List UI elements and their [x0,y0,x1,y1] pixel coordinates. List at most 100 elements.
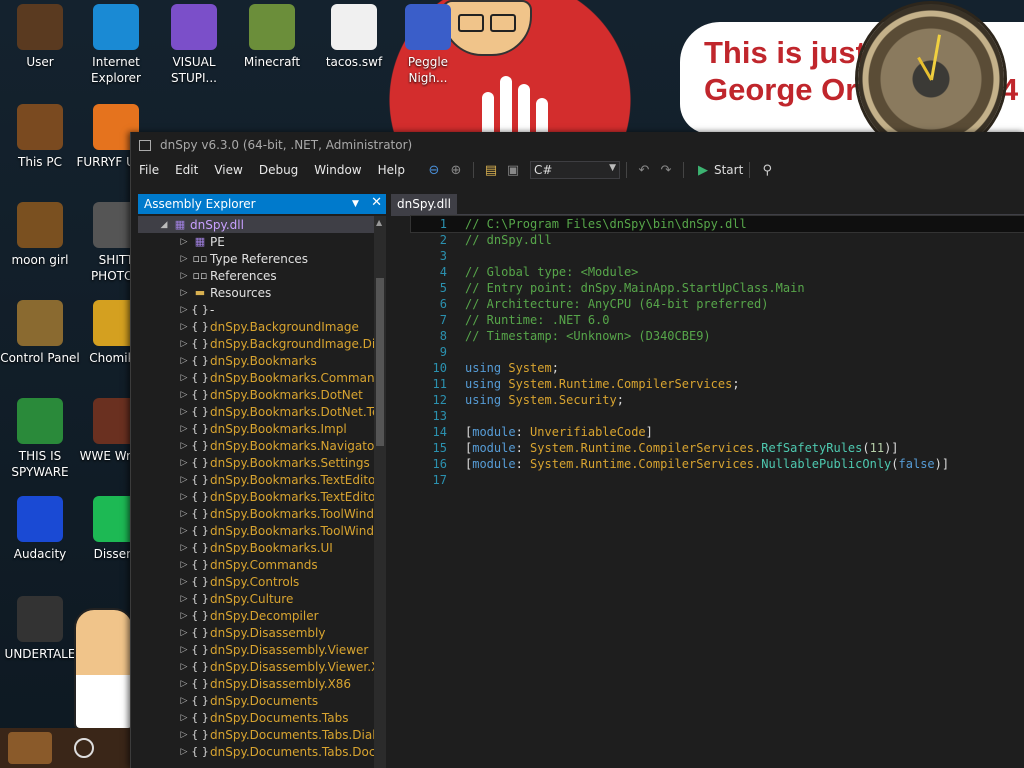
expand-icon[interactable]: ▷ [178,373,190,383]
scroll-up-icon[interactable]: ▲ [376,218,382,227]
collapse-icon[interactable]: ◢ [158,220,170,230]
expand-icon[interactable]: ▷ [178,713,190,723]
tree-item[interactable]: ▷{ } dnSpy.BackgroundImage [138,318,374,335]
tree-item[interactable]: ▷{ } dnSpy.Controls [138,573,374,590]
expand-icon[interactable]: ▷ [178,390,190,400]
expand-icon[interactable]: ▷ [178,458,190,468]
expand-icon[interactable]: ▷ [178,339,190,349]
expand-icon[interactable]: ▷ [178,475,190,485]
open-folder-icon[interactable]: ▤ [482,161,500,179]
desktop-icon[interactable]: This PC [0,104,80,170]
search-icon[interactable] [74,738,94,758]
tree-item[interactable]: ▷{ } dnSpy.BackgroundImage.Dial [138,335,374,352]
tree-item[interactable]: ▷{ } dnSpy.Bookmarks.ToolWindo [138,522,374,539]
tree-item[interactable]: ▷ ▦ PE [138,233,374,250]
expand-icon[interactable]: ▷ [178,560,190,570]
search-icon[interactable]: ⚲ [758,161,776,179]
tree-item[interactable]: ▷{ } dnSpy.Bookmarks.UI [138,539,374,556]
tree-item[interactable]: ▷{ } dnSpy.Bookmarks.Navigator [138,437,374,454]
expand-icon[interactable]: ▷ [178,730,190,740]
redo-icon[interactable]: ↷ [657,161,675,179]
expand-icon[interactable]: ▷ [178,288,190,298]
expand-icon[interactable]: ▷ [178,526,190,536]
tree-item[interactable]: ▷{ } dnSpy.Bookmarks.DotNet [138,386,374,403]
tree-item[interactable]: ▷{ } dnSpy.Documents [138,692,374,709]
tree-item[interactable]: ▷{ } dnSpy.Disassembly.Viewer.X [138,658,374,675]
desktop-icon[interactable]: Control Panel [0,300,80,366]
expand-icon[interactable]: ▷ [178,594,190,604]
menu-edit[interactable]: Edit [167,163,206,177]
tree-item[interactable]: ▷{ } dnSpy.Documents.Tabs.Dialo [138,726,374,743]
expand-icon[interactable]: ▷ [178,645,190,655]
desktop-icon[interactable]: Internet Explorer [76,4,156,86]
expand-icon[interactable]: ▷ [178,237,190,247]
tree-item[interactable]: ▷{ } dnSpy.Commands [138,556,374,573]
expand-icon[interactable]: ▷ [178,747,190,757]
scrollbar-thumb[interactable] [376,278,384,446]
desktop-icon[interactable]: moon girl [0,202,80,268]
desktop-icon[interactable]: THIS IS SPYWARE [0,398,80,480]
desktop-icon[interactable]: UNDERTALE [0,596,80,662]
navigate-forward-icon[interactable]: ⊕ [447,161,465,179]
tree-item[interactable]: ▷{ } dnSpy.Bookmarks.Commands [138,369,374,386]
expand-icon[interactable]: ▷ [178,271,190,281]
tree-item[interactable]: ▷{ } dnSpy.Bookmarks.ToolWindo [138,505,374,522]
expand-icon[interactable]: ▷ [178,441,190,451]
tree-item[interactable]: ▷{ } dnSpy.Documents.Tabs [138,709,374,726]
desktop-icon[interactable]: Minecraft [232,4,312,70]
navigate-back-icon[interactable]: ⊖ [425,161,443,179]
expand-icon[interactable]: ▷ [178,662,190,672]
expand-icon[interactable]: ▷ [178,509,190,519]
expand-icon[interactable]: ▷ [178,305,190,315]
tree-item[interactable]: ▷ ▫▫ References [138,267,374,284]
desktop-icon[interactable]: Peggle Nigh... [388,4,468,86]
menu-file[interactable]: File [131,163,167,177]
code-editor[interactable]: 1 // C:\Program Files\dnSpy\bin\dnSpy.dll… [410,215,1024,768]
tree-item[interactable]: ▷ ▫▫ Type References [138,250,374,267]
tree-item[interactable]: ▷{ } - [138,301,374,318]
desktop-icon[interactable]: VISUAL STUPI... [154,4,234,86]
tree-item[interactable]: ▷{ } dnSpy.Culture [138,590,374,607]
menu-view[interactable]: View [206,163,250,177]
tree-item[interactable]: ▷{ } dnSpy.Bookmarks.Settings [138,454,374,471]
tree-item[interactable]: ▷{ } dnSpy.Decompiler [138,607,374,624]
expand-icon[interactable]: ▷ [178,577,190,587]
tree-item[interactable]: ▷{ } dnSpy.Bookmarks.TextEdito [138,488,374,505]
save-icon[interactable]: ▣ [504,161,522,179]
start-debug-button[interactable]: ▶ Start [698,163,743,178]
expand-icon[interactable]: ▷ [178,543,190,553]
close-icon[interactable]: ✕ [371,195,382,210]
start-button[interactable] [8,732,52,764]
expand-icon[interactable]: ▷ [178,322,190,332]
menu-help[interactable]: Help [370,163,413,177]
menu-debug[interactable]: Debug [251,163,306,177]
expand-icon[interactable]: ▷ [178,628,190,638]
expand-icon[interactable]: ▷ [178,424,190,434]
expand-icon[interactable]: ▷ [178,254,190,264]
tree-item[interactable]: ▷ ▬ Resources [138,284,374,301]
expand-icon[interactable]: ▷ [178,611,190,621]
tree-item[interactable]: ▷{ } dnSpy.Disassembly.X86 [138,675,374,692]
undo-icon[interactable]: ↶ [635,161,653,179]
tree-item[interactable]: ▷{ } dnSpy.Bookmarks.TextEdito [138,471,374,488]
expand-icon[interactable]: ▷ [178,696,190,706]
tree-item[interactable]: ▷{ } dnSpy.Bookmarks [138,352,374,369]
tree-item[interactable]: ▷{ } dnSpy.Bookmarks.Impl [138,420,374,437]
tree-item[interactable]: ▷{ } dnSpy.Bookmarks.DotNet.Te [138,403,374,420]
language-select[interactable]: C# ▼ [529,161,620,179]
tree-root[interactable]: ◢ ▦ dnSpy.dll [138,216,374,233]
expand-icon[interactable]: ▷ [178,407,190,417]
tree-scrollbar[interactable]: ▲ [374,216,386,768]
tree-item[interactable]: ▷{ } dnSpy.Documents.Tabs.DocV [138,743,374,760]
tree-item[interactable]: ▷{ } dnSpy.Disassembly [138,624,374,641]
desktop-icon[interactable]: User [0,4,80,70]
desktop-icon[interactable]: tacos.swf [314,4,394,70]
desktop-icon[interactable]: Audacity [0,496,80,562]
expand-icon[interactable]: ▷ [178,492,190,502]
expand-icon[interactable]: ▷ [178,679,190,689]
tab-dnspy-dll[interactable]: dnSpy.dll [391,194,457,214]
panel-menu-icon[interactable]: ▼ [352,199,359,209]
tree-item[interactable]: ▷{ } dnSpy.Disassembly.Viewer [138,641,374,658]
menu-window[interactable]: Window [306,163,369,177]
expand-icon[interactable]: ▷ [178,356,190,366]
